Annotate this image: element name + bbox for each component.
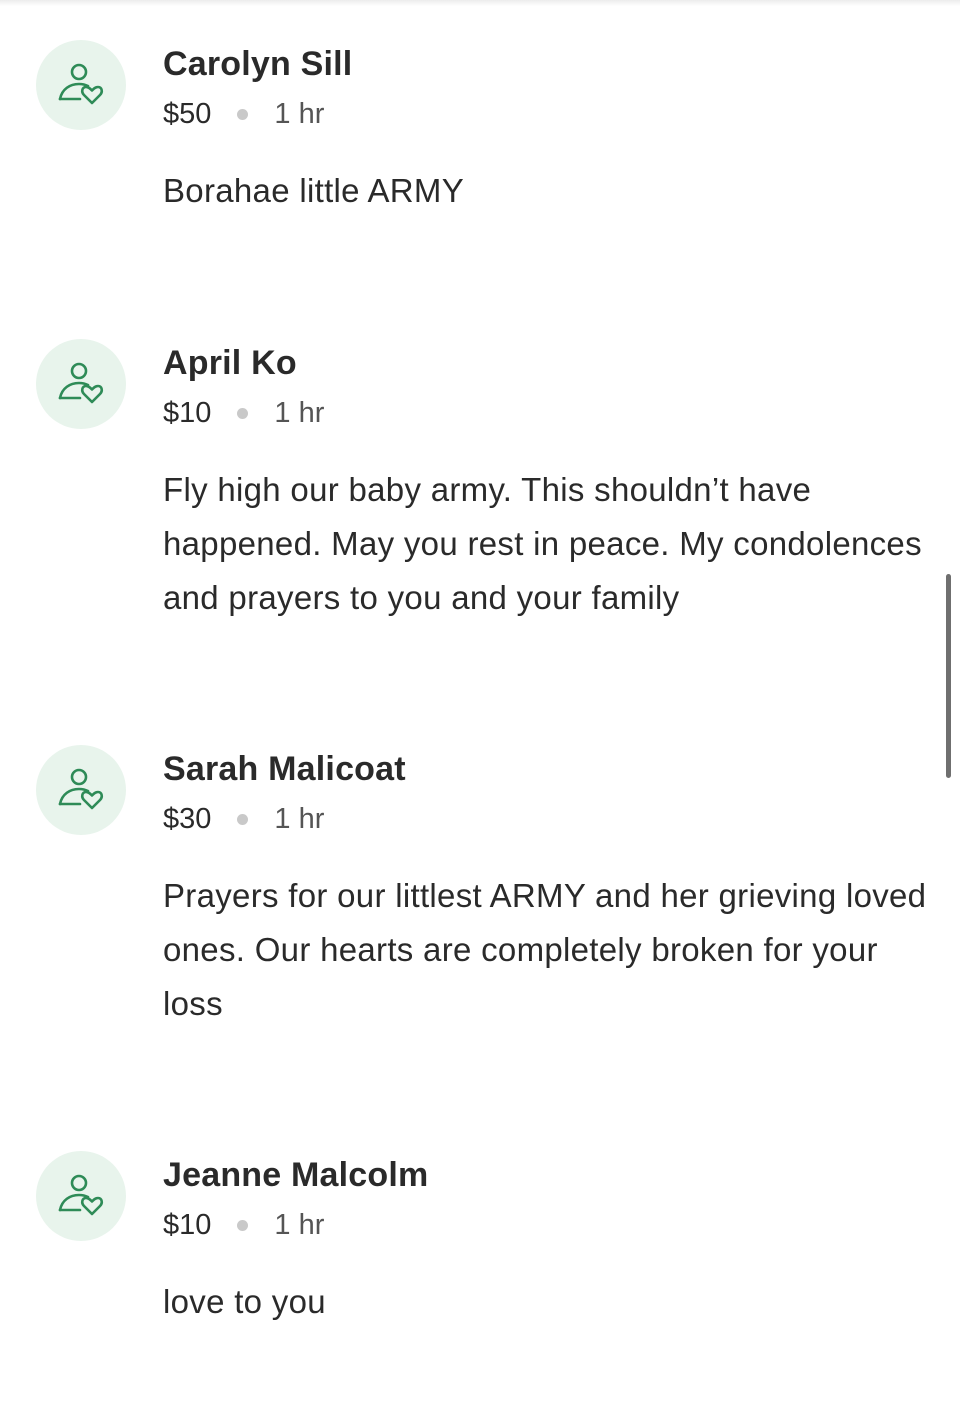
donation-amount: $50	[163, 98, 212, 130]
donation-meta: $50 1 hr	[163, 98, 324, 131]
donation-meta: $10 1 hr	[163, 1209, 324, 1242]
separator-dot	[237, 109, 249, 120]
donor-heart-icon	[58, 1174, 104, 1216]
donation-time: 1 hr	[274, 98, 325, 130]
donor-heart-icon	[58, 768, 104, 810]
scrollbar-thumb[interactable]	[946, 574, 951, 778]
donor-name: Jeanne Malcolm	[163, 1156, 429, 1194]
donation-message: Prayers for our littlest ARMY and her gr…	[163, 877, 927, 1022]
donation-message: love to you	[163, 1283, 326, 1320]
donation-amount: $30	[163, 803, 212, 835]
donation-meta: $10 1 hr	[163, 397, 324, 430]
separator-dot	[237, 814, 249, 825]
donor-avatar	[36, 745, 126, 835]
separator-dot	[237, 408, 249, 419]
donation-amount: $10	[163, 397, 212, 429]
donor-name: Sarah Malicoat	[163, 750, 406, 788]
separator-dot	[237, 1220, 249, 1231]
donation-message: Borahae little ARMY	[163, 172, 465, 209]
donor-name: April Ko	[163, 344, 297, 382]
donor-avatar	[36, 1151, 126, 1241]
top-edge-shadow	[0, 0, 960, 6]
donor-avatar	[36, 339, 126, 429]
donation-time: 1 hr	[274, 397, 325, 429]
donation-time: 1 hr	[274, 803, 325, 835]
donor-avatar	[36, 40, 126, 130]
donation-amount: $10	[163, 1209, 212, 1241]
donor-heart-icon	[58, 63, 104, 105]
donor-name: Carolyn Sill	[163, 45, 353, 83]
donor-heart-icon	[58, 362, 104, 404]
donation-message: Fly high our baby army. This shouldn’t h…	[163, 471, 922, 616]
donation-meta: $30 1 hr	[163, 803, 324, 836]
donation-time: 1 hr	[274, 1209, 325, 1241]
